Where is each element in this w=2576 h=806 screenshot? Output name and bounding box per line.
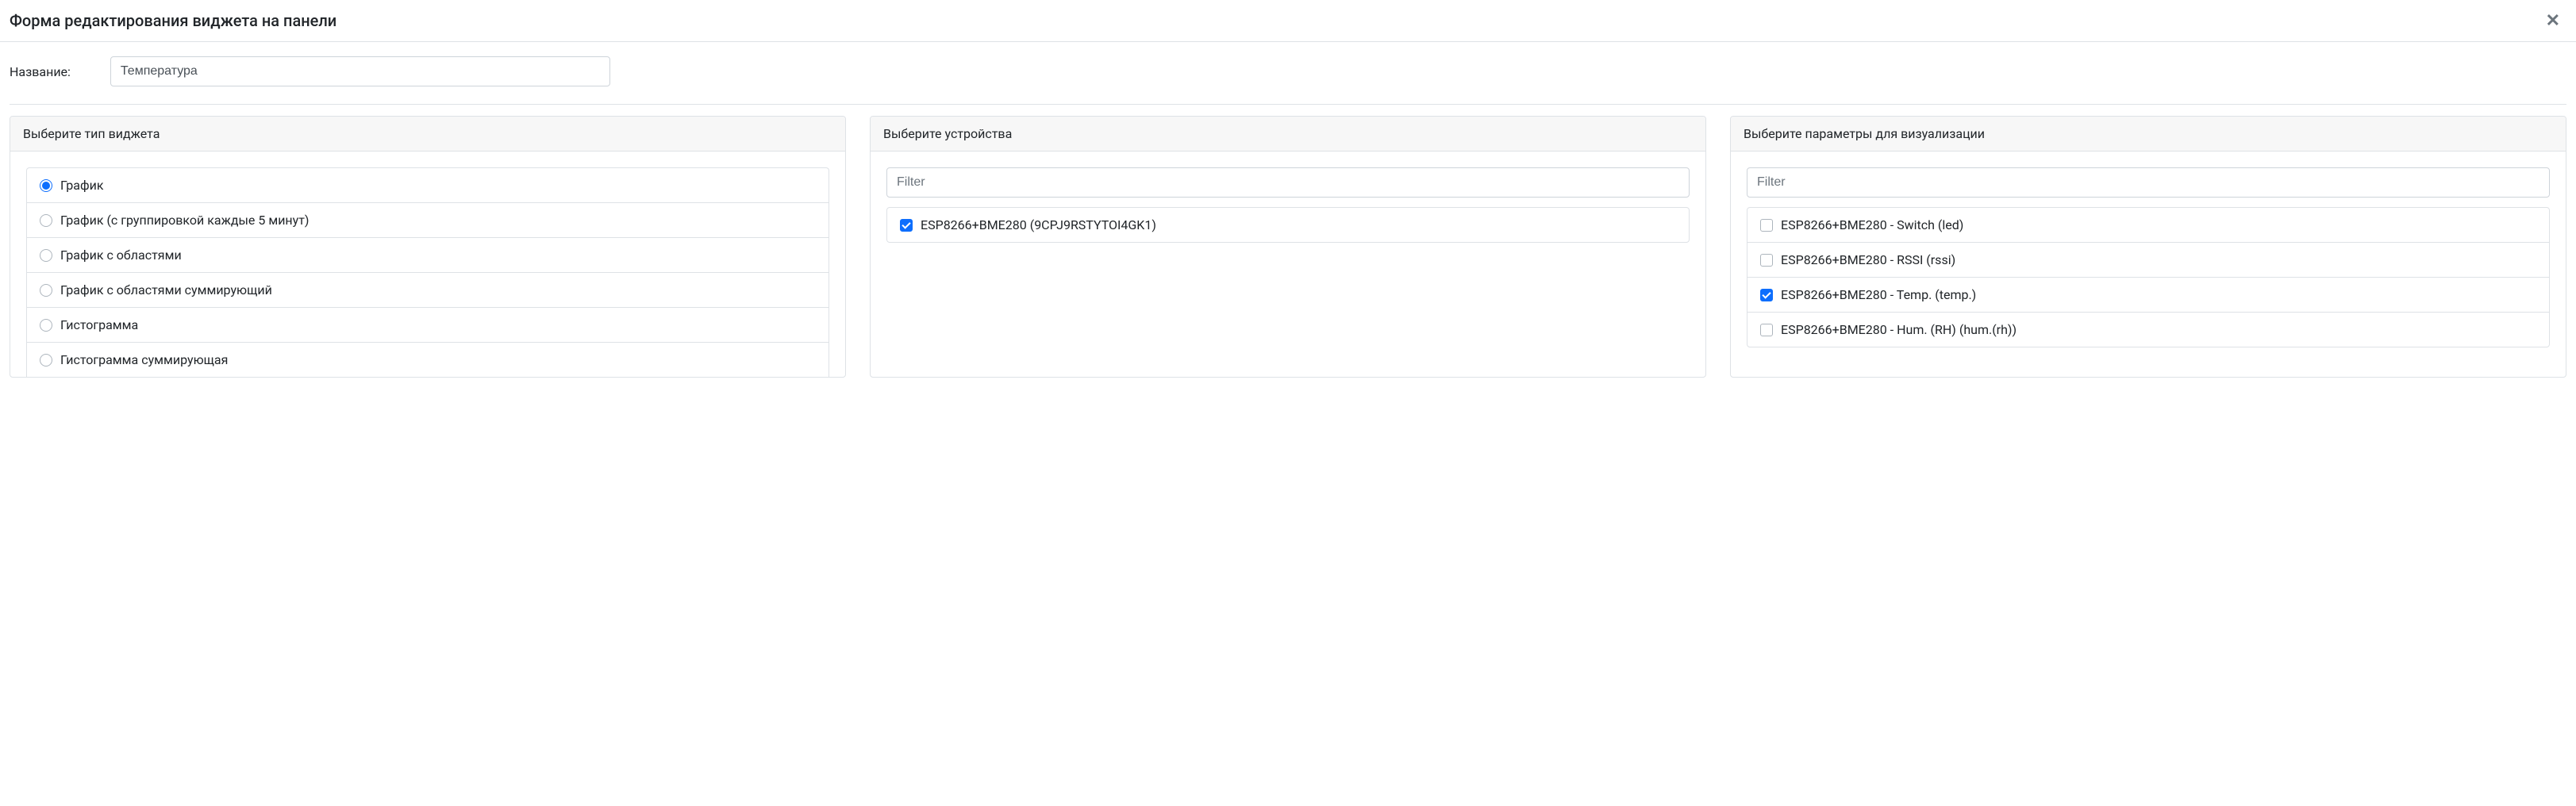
close-button[interactable]: ✕ (2543, 12, 2563, 29)
param-option[interactable]: ESP8266+BME280 - Temp. (temp.) (1747, 278, 2549, 313)
params-filter-input[interactable] (1747, 167, 2550, 198)
name-row: Название: (10, 52, 2566, 105)
params-list: ESP8266+BME280 - Switch (led) ESP8266+BME… (1747, 207, 2550, 347)
param-option-label: ESP8266+BME280 - RSSI (rssi) (1781, 252, 1955, 267)
devices-body: ESP8266+BME280 (9CPJ9RSTYTOI4GK1) (871, 152, 1705, 259)
devices-list: ESP8266+BME280 (9CPJ9RSTYTOI4GK1) (886, 207, 1690, 243)
widget-type-header: Выберите тип виджета (10, 117, 845, 152)
params-header: Выберите параметры для визуализации (1731, 117, 2566, 152)
widget-type-option[interactable]: График (27, 168, 829, 203)
param-option-label: ESP8266+BME280 - Hum. (RH) (hum.(rh)) (1781, 322, 2017, 337)
checkbox-icon (1760, 289, 1773, 301)
widget-type-card: Выберите тип виджета График График (с гру… (10, 116, 846, 378)
widget-edit-modal: Форма редактирования виджета на панели ✕… (0, 0, 2576, 387)
close-icon: ✕ (2546, 10, 2560, 30)
device-option[interactable]: ESP8266+BME280 (9CPJ9RSTYTOI4GK1) (887, 208, 1689, 242)
modal-title: Форма редактирования виджета на панели (10, 11, 336, 30)
param-option[interactable]: ESP8266+BME280 - RSSI (rssi) (1747, 243, 2549, 278)
name-label: Название: (10, 64, 71, 79)
widget-type-option[interactable]: Гистограмма суммирующая (27, 343, 829, 377)
widget-type-option[interactable]: Гистограмма (27, 308, 829, 343)
param-option-label: ESP8266+BME280 - Switch (led) (1781, 217, 1963, 232)
devices-card: Выберите устройства ESP8266+BME280 (9CPJ… (870, 116, 1706, 378)
widget-type-option[interactable]: График с областями (27, 238, 829, 273)
widget-type-option-label: Гистограмма суммирующая (60, 352, 228, 367)
devices-header: Выберите устройства (871, 117, 1705, 152)
checkbox-icon (900, 219, 913, 232)
widget-type-body: График График (с группировкой каждые 5 ми… (10, 152, 845, 377)
devices-filter-input[interactable] (886, 167, 1690, 198)
widget-type-option-label: График с областями (60, 248, 182, 263)
radio-icon (40, 284, 52, 297)
radio-icon (40, 214, 52, 227)
checkbox-icon (1760, 254, 1773, 267)
radio-icon (40, 249, 52, 262)
radio-icon (40, 179, 52, 192)
name-input[interactable] (110, 56, 610, 86)
widget-type-option[interactable]: График с областями суммирующий (27, 273, 829, 308)
param-option-label: ESP8266+BME280 - Temp. (temp.) (1781, 287, 1976, 302)
param-option[interactable]: ESP8266+BME280 - Switch (led) (1747, 208, 2549, 243)
checkbox-icon (1760, 324, 1773, 336)
widget-type-option-label: График с областями суммирующий (60, 282, 272, 297)
radio-icon (40, 319, 52, 332)
params-body: ESP8266+BME280 - Switch (led) ESP8266+BME… (1731, 152, 2566, 363)
device-option-label: ESP8266+BME280 (9CPJ9RSTYTOI4GK1) (921, 217, 1156, 232)
widget-type-option[interactable]: График (с группировкой каждые 5 минут) (27, 203, 829, 238)
widget-type-option-label: Гистограмма (60, 317, 138, 332)
modal-body: Название: Выберите тип виджета ГрафикГра… (0, 42, 2576, 387)
radio-icon (40, 354, 52, 367)
modal-header: Форма редактирования виджета на панели ✕ (0, 0, 2576, 42)
widget-type-list: График График (с группировкой каждые 5 ми… (26, 167, 829, 377)
widget-type-option-label: График (с группировкой каждые 5 минут) (60, 213, 310, 228)
checkbox-icon (1760, 219, 1773, 232)
columns: Выберите тип виджета График График (с гру… (10, 116, 2566, 378)
widget-type-option-label: График (60, 178, 103, 193)
param-option[interactable]: ESP8266+BME280 - Hum. (RH) (hum.(rh)) (1747, 313, 2549, 347)
params-card: Выберите параметры для визуализации ESP8… (1730, 116, 2566, 378)
